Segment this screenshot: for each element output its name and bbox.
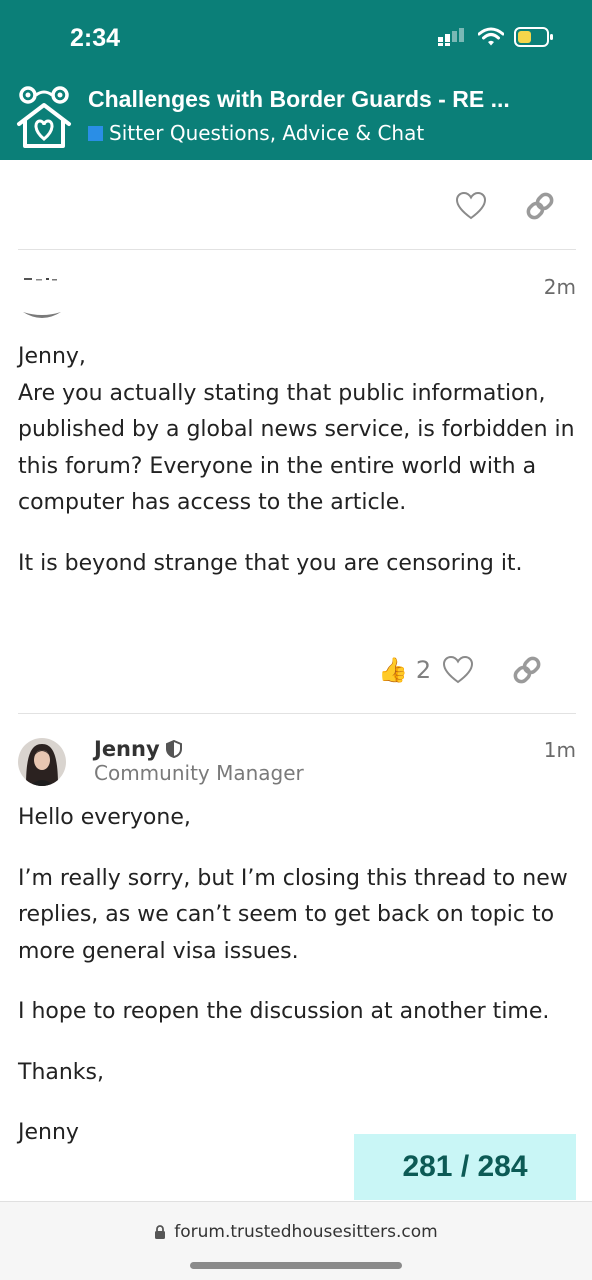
url-text: forum.trustedhousesitters.com — [174, 1222, 438, 1242]
category-badge[interactable]: Sitter Questions, Advice & Chat — [88, 121, 424, 145]
like-heart-icon[interactable] — [443, 656, 474, 684]
reaction-count[interactable]: 2 — [416, 656, 431, 684]
category-color-square — [88, 125, 103, 141]
topic-progress-button[interactable]: 281 / 284 — [354, 1134, 576, 1200]
author-title: Community Manager — [94, 761, 304, 785]
wifi-icon — [478, 27, 504, 46]
post-paragraph: I hope to reopen the discussion at anoth… — [18, 999, 550, 1024]
post-time[interactable]: 2m — [544, 275, 576, 299]
site-logo-icon[interactable] — [15, 84, 77, 150]
post-paragraph: Jenny, Are you actually stating that pub… — [18, 344, 575, 515]
post-paragraph: I’m really sorry, but I’m closing this t… — [18, 865, 568, 964]
post-time[interactable]: 1m — [544, 738, 576, 762]
status-time: 2:34 — [70, 24, 121, 52]
post-divider — [18, 713, 576, 714]
post-actions: 👍 2 — [378, 654, 543, 686]
lock-icon — [155, 1224, 166, 1239]
status-icons — [438, 26, 554, 48]
share-link-icon[interactable] — [524, 190, 556, 222]
topic-header: 2:34 Challenges with Border Guards - RE … — [0, 0, 592, 160]
moderator-shield-icon — [165, 740, 182, 758]
home-indicator[interactable] — [190, 1262, 402, 1269]
url-display[interactable]: forum.trustedhousesitters.com — [0, 1222, 592, 1242]
topic-title[interactable]: Challenges with Border Guards - RE ... — [88, 86, 578, 113]
thumbs-up-icon[interactable]: 👍 — [378, 656, 408, 684]
post-divider — [18, 249, 576, 250]
post-body: Hello everyone, I’m really sorry, but I’… — [18, 800, 578, 1176]
post-paragraph: Hello everyone, — [18, 805, 191, 830]
battery-icon — [514, 27, 553, 47]
share-link-icon[interactable] — [511, 654, 543, 686]
category-label: Sitter Questions, Advice & Chat — [109, 121, 425, 145]
author-avatar[interactable] — [18, 266, 66, 322]
post-body: Jenny, Are you actually stating that pub… — [18, 339, 578, 606]
signal-icon — [438, 28, 464, 46]
like-heart-icon[interactable] — [456, 192, 486, 220]
post-paragraph: It is beyond strange that you are censor… — [18, 550, 523, 576]
post-paragraph: Thanks, — [18, 1059, 105, 1085]
previous-post-actions — [456, 190, 556, 222]
author-name-label: Jenny — [94, 737, 160, 761]
author-name[interactable]: Jenny — [94, 737, 182, 761]
author-avatar[interactable] — [18, 738, 66, 786]
